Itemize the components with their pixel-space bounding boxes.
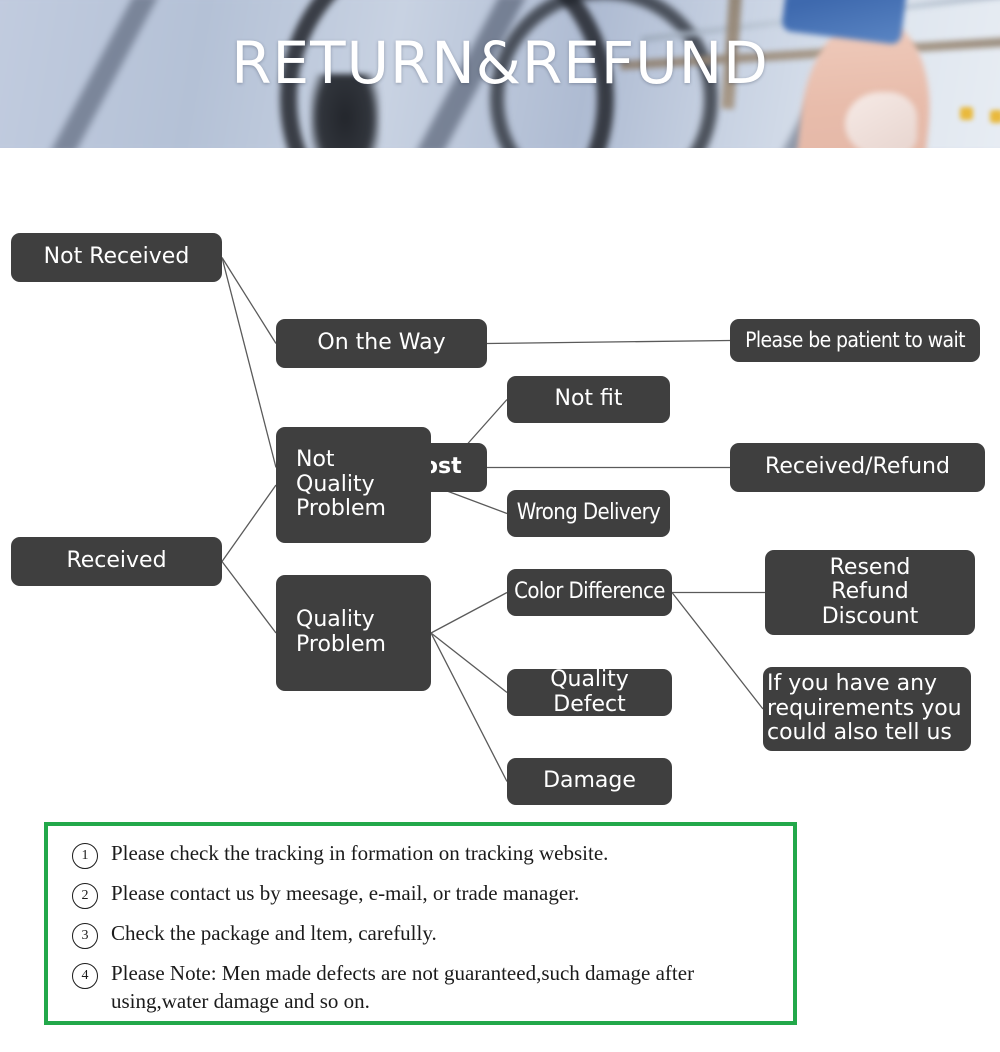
note-number-badge: 1 [72,843,98,869]
flow-node-received-refund: Received/Refund [730,443,985,492]
connector-not-received-to-received-lost [221,257,277,468]
flow-node-label: Received [66,548,167,574]
flow-node-quality-defect: Quality Defect [507,666,672,717]
connector-received-to-not-quality-problem [221,484,277,562]
flow-node-not-quality-problem: Not Quality Problem [276,427,431,543]
flow-node-any-requirements: If you have any requirements you could a… [763,667,971,751]
header-banner: RETURN&REFUND [0,0,1000,148]
flow-node-label: Resend Refund Discount [821,554,919,629]
flow-node-received: Received [11,537,222,586]
connector-not-received-to-on-the-way [221,257,277,344]
flow-node-label: Color Difference [514,579,665,605]
flow-node-not-received: Not Received [11,233,222,282]
flow-node-label: If you have any requirements you could a… [767,671,962,746]
note-item: 1 Please check the tracking in formation … [64,840,777,869]
flow-node-please-be-patient: Please be patient to wait [730,319,980,362]
shoe-shape [845,91,917,148]
flow-node-damage: Damage [507,758,672,805]
note-item: 4 Please Note: Men made defects are not g… [64,960,777,1015]
note-number-badge: 2 [72,883,98,909]
flow-node-quality-problem: Quality Problem [276,575,431,691]
flow-node-label: Quality Defect [550,666,629,717]
return-refund-flowchart: Not ReceivedOn the WayReceived/LostPleas… [0,148,1000,820]
note-text: Please contact us by meesage, e-mail, or… [111,881,580,905]
flow-node-label: Not fit [554,386,623,412]
note-number-badge: 4 [72,963,98,989]
note-text: Please Note: Men made defects are not gu… [111,961,695,1013]
connector-quality-problem-to-color-difference [430,591,508,634]
flow-node-label: Not Received [43,244,190,270]
flow-node-label: Please be patient to wait [745,327,965,352]
note-text: Check the package and ltem, carefully. [111,921,437,945]
flow-node-resend-refund-discount: Resend Refund Discount [765,550,975,635]
note-item: 3 Check the package and ltem, carefully. [64,920,777,949]
yellow-accent-dot [990,109,1000,123]
flow-node-label: On the Way [317,330,446,356]
notes-box: 1 Please check the tracking in formation … [44,822,797,1025]
page-title: RETURN&REFUND [231,29,769,97]
flow-node-label: Not Quality Problem [296,447,386,522]
yellow-accent-dot [960,106,973,120]
flow-node-wrong-delivery: Wrong Delivery [507,490,670,537]
flow-node-label: Wrong Delivery [516,500,661,526]
note-number-badge: 3 [72,923,98,949]
flow-node-not-fit: Not fit [507,376,670,423]
connector-on-the-way-to-please-be-patient [486,339,731,345]
connector-quality-problem-to-damage [430,632,508,782]
connector-quality-problem-to-quality-defect [430,632,508,694]
flow-node-label: Received/Refund [765,454,950,480]
flow-node-label: Damage [543,768,636,794]
connector-color-difference-to-any-requirements [671,592,764,710]
note-text: Please check the tracking in formation o… [111,841,609,865]
flow-node-on-the-way: On the Way [276,319,487,368]
note-item: 2 Please contact us by meesage, e-mail, o… [64,880,777,909]
flow-node-color-difference: Color Difference [507,569,672,616]
notes-list: 1 Please check the tracking in formation … [64,840,777,1015]
flow-node-label: Quality Problem [296,607,386,657]
connector-received-to-quality-problem [221,561,277,634]
